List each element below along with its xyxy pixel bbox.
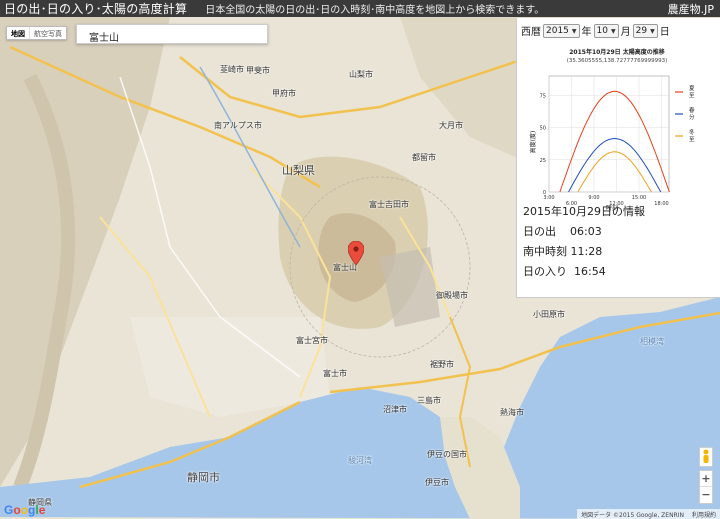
chevron-down-icon: ▼ (650, 27, 655, 35)
year-unit-label: 年 (581, 27, 592, 38)
label-gotemba: 御殿場市 (436, 291, 468, 300)
chevron-down-icon: ▼ (571, 27, 577, 35)
chart-xtick-label: 3:00 (543, 195, 554, 201)
date-selector: 西暦 2015 ▼ 年 10 ▼ 月 29 ▼ 日 (521, 23, 670, 38)
map-type-control: 地図 航空写真 (6, 26, 67, 40)
label-numazu: 沼津市 (383, 405, 407, 414)
label-odawara: 小田原市 (533, 310, 565, 319)
chart-xtick-label: 15:00 (632, 195, 646, 201)
year-select[interactable]: 2015 ▼ (543, 23, 580, 38)
info-panel: 西暦 2015 ▼ 年 10 ▼ 月 29 ▼ 日 2015年10月29日 太陽高度の… (516, 18, 720, 298)
location-marker-icon[interactable] (348, 241, 364, 265)
sunrise-value: 06:03 (570, 225, 602, 238)
label-tsuru: 都留市 (412, 153, 436, 162)
chart-xtick-label: 18:00 (654, 201, 668, 207)
sun-altitude-chart: 2015年10月29日 太陽高度の推移 (35.3605555,138.7277… (529, 48, 695, 212)
day-select[interactable]: 29 ▼ (632, 23, 658, 38)
era-label: 西暦 (521, 27, 541, 38)
label-shizuoka-city: 静岡市 (187, 471, 220, 484)
label-sagami-bay: 相模湾 (640, 337, 664, 346)
chart-ytick-label: 25 (540, 158, 546, 164)
label-minami-alps: 南アルプス市 (214, 121, 262, 130)
legend-label: 春 (689, 106, 695, 114)
map-type-satellite-button[interactable]: 航空写真 (29, 27, 66, 39)
app-description: 日本全国の太陽の日の出･日の入時刻･南中高度を地図上から検索できます。 (205, 5, 545, 16)
legend-label: 至 (689, 92, 695, 99)
label-izu: 伊豆市 (425, 478, 449, 487)
noon-value: 11:28 (570, 245, 603, 258)
sunset-value: 16:54 (574, 265, 606, 278)
site-link[interactable]: 農産物.JP (668, 1, 714, 17)
info-heading: 2015年10月29日の情報 (523, 205, 645, 218)
label-fujiyoshida: 富士吉田市 (369, 200, 409, 209)
label-izu-no-kuni: 伊豆の国市 (427, 450, 467, 459)
terms-link[interactable]: 利用規約 (692, 510, 716, 519)
sunset-row: 日の入り 16:54 (523, 265, 606, 278)
google-logo: Google (4, 503, 46, 517)
chart-title: 2015年10月29日 太陽高度の推移 (569, 48, 665, 56)
chart-xtick-label: 9:00 (588, 195, 599, 201)
legend-label: 分 (689, 113, 695, 121)
day-unit-label: 日 (659, 27, 670, 38)
label-mishima: 三島市 (417, 396, 441, 405)
app-title: 日の出･日の入り･太陽の高度計算 (4, 2, 188, 16)
search-input[interactable]: 富士山 (76, 24, 268, 44)
chart-ytick-label: 50 (540, 126, 546, 132)
label-kofu: 甲府市 (272, 89, 296, 98)
legend-label: 冬 (689, 128, 695, 136)
sunrise-row: 日の出 06:03 (523, 225, 602, 238)
month-unit-label: 月 (620, 27, 631, 38)
label-suruga-bay: 駿河湾 (348, 456, 372, 465)
map-footer: 地図データ ©2015 Google, ZENRIN 利用規約 (577, 509, 720, 519)
noon-row: 南中時刻 11:28 (523, 245, 603, 258)
street-view-pegman-icon[interactable] (699, 447, 713, 467)
label-fujinomiya: 富士宮市 (296, 336, 328, 345)
month-select[interactable]: 10 ▼ (593, 23, 619, 38)
chevron-down-icon: ▼ (610, 27, 616, 35)
zoom-out-button[interactable]: − (700, 487, 712, 503)
label-kai: 甲斐市 (246, 66, 270, 75)
sun-info: 2015年10月29日の情報 日の出 06:03 南中時刻 11:28 日の入り… (523, 202, 645, 282)
label-yamanashi-pref: 山梨県 (282, 164, 315, 177)
label-otsuki: 大月市 (439, 121, 463, 130)
map-data-attribution: 地図データ ©2015 Google, ZENRIN (581, 511, 684, 519)
chart-ytick-label: 75 (540, 93, 546, 99)
legend-label: 至 (689, 136, 695, 143)
header-bar: 日の出･日の入り･太陽の高度計算 日本全国の太陽の日の出･日の入時刻･南中高度を… (0, 0, 720, 17)
label-yamanashi-city: 山梨市 (349, 70, 373, 79)
map-type-map-button[interactable]: 地図 (7, 27, 29, 39)
chart-ylabel: 高度(度) (529, 131, 537, 154)
label-susono: 裾野市 (430, 360, 454, 369)
label-nirasaki: 韮崎市 (220, 65, 244, 74)
chart-subtitle: (35.3605555,138.72777769999993) (567, 58, 668, 64)
legend-label: 夏 (689, 85, 695, 92)
label-fuji-city: 富士市 (323, 369, 347, 378)
zoom-control: + − (699, 470, 713, 504)
label-atami: 熱海市 (500, 408, 524, 417)
zoom-in-button[interactable]: + (700, 471, 712, 487)
